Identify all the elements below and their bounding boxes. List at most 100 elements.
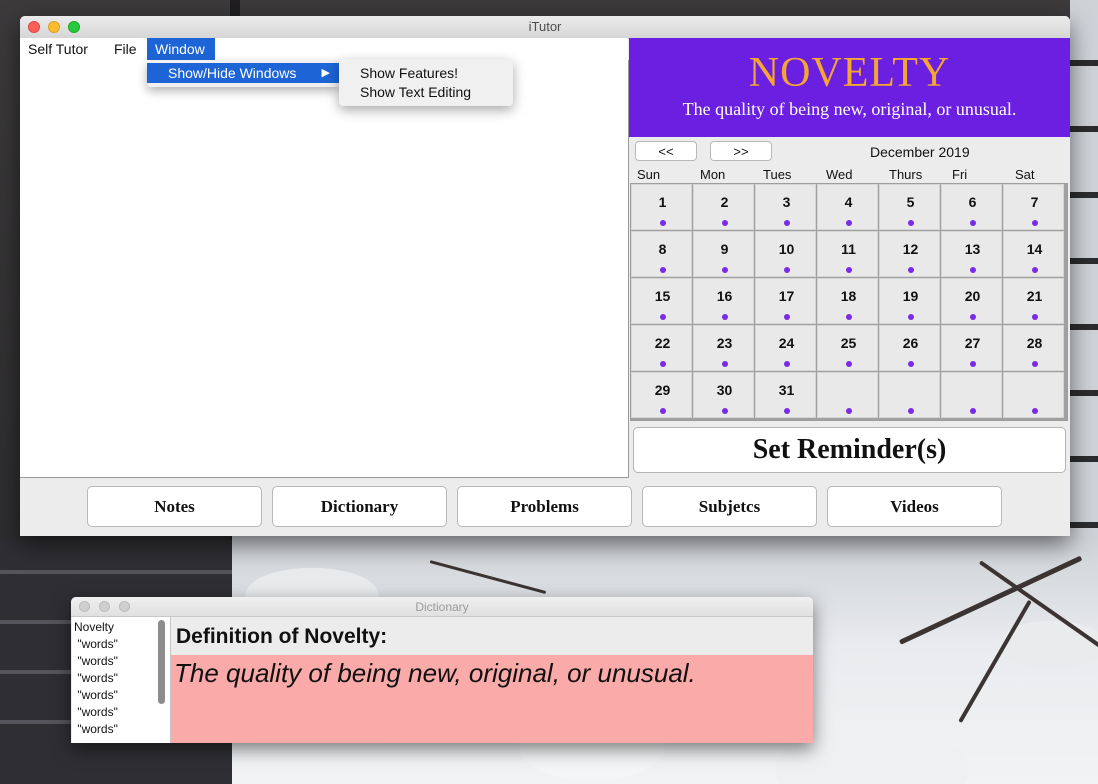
calendar-day-cell[interactable]: 20: [941, 278, 1002, 324]
reminder-dot-icon: [659, 408, 666, 414]
calendar-day-cell[interactable]: 1: [631, 184, 692, 230]
reminder-dot-icon: [659, 220, 666, 226]
calendar-day-cell[interactable]: 8: [631, 231, 692, 277]
menu-self-tutor[interactable]: Self Tutor: [20, 38, 96, 60]
day-number: 8: [658, 241, 667, 257]
calendar-day-cell[interactable]: 2: [693, 184, 754, 230]
reminder-dot-icon: [783, 220, 790, 226]
list-item[interactable]: "words": [74, 705, 118, 719]
calendar-day-cell[interactable]: 30: [693, 372, 754, 418]
list-item[interactable]: Novelty: [74, 620, 114, 634]
reminder-dot-icon: [783, 267, 790, 273]
reminder-dot-icon: [1031, 267, 1038, 273]
calendar-day-cell[interactable]: 18: [817, 278, 878, 324]
calendar-day-cell[interactable]: 29: [631, 372, 692, 418]
reminder-dot-icon: [969, 314, 976, 320]
calendar-day-cell[interactable]: 19: [879, 278, 940, 324]
list-item[interactable]: "words": [74, 654, 118, 668]
calendar-day-cell[interactable]: [817, 372, 878, 418]
calendar-day-cell[interactable]: 23: [693, 325, 754, 371]
calendar-day-cell[interactable]: 15: [631, 278, 692, 324]
calendar-day-cell[interactable]: 7: [1003, 184, 1064, 230]
day-number: 3: [782, 194, 791, 210]
videos-button[interactable]: Videos: [827, 486, 1002, 527]
calendar-day-cell[interactable]: 16: [693, 278, 754, 324]
day-number: 14: [1026, 241, 1043, 257]
day-of-week-label: Tues: [763, 167, 792, 182]
calendar-day-cell[interactable]: 25: [817, 325, 878, 371]
dictionary-window: Dictionary Novelty "words" "words" "word…: [71, 597, 813, 743]
workspace-pane[interactable]: [20, 60, 629, 478]
set-reminder-button[interactable]: Set Reminder(s): [633, 427, 1066, 473]
problems-button[interactable]: Problems: [457, 486, 632, 527]
reminder-dot-icon: [783, 408, 790, 414]
dictionary-button[interactable]: Dictionary: [272, 486, 447, 527]
next-month-button[interactable]: >>: [710, 141, 772, 161]
day-number: 7: [1030, 194, 1039, 210]
day-number: 26: [902, 335, 919, 351]
calendar-day-cell[interactable]: 3: [755, 184, 816, 230]
list-item[interactable]: "words": [74, 688, 118, 702]
calendar-grid: 1 2 3 4 5 6 7 8 9 10 11 12 13 14 15 16 17 18 19 20 21 22 23 24 2…: [630, 183, 1068, 421]
calendar-day-cell[interactable]: [1003, 372, 1064, 418]
day-of-week-label: Sun: [637, 167, 661, 182]
day-number: 10: [778, 241, 795, 257]
notes-button[interactable]: Notes: [87, 486, 262, 527]
calendar-day-cell[interactable]: 22: [631, 325, 692, 371]
calendar-day-cell[interactable]: 27: [941, 325, 1002, 371]
list-scrollbar[interactable]: [158, 620, 165, 704]
day-number: 2: [720, 194, 729, 210]
menu-file[interactable]: File: [106, 38, 145, 60]
list-item[interactable]: "words": [74, 637, 118, 651]
day-number: 5: [906, 194, 915, 210]
calendar-day-cell[interactable]: 10: [755, 231, 816, 277]
show-features-item[interactable]: Show Features!: [360, 64, 458, 83]
calendar-day-cell[interactable]: 31: [755, 372, 816, 418]
calendar-day-cell[interactable]: 11: [817, 231, 878, 277]
calendar-day-cell[interactable]: 6: [941, 184, 1002, 230]
reminder-dot-icon: [845, 361, 852, 367]
calendar-day-cell[interactable]: 12: [879, 231, 940, 277]
day-number: 18: [840, 288, 857, 304]
calendar-day-cell[interactable]: 21: [1003, 278, 1064, 324]
reminder-dot-icon: [1031, 314, 1038, 320]
list-item[interactable]: "words": [74, 671, 118, 685]
month-label: December 2019: [870, 144, 970, 160]
prev-month-button[interactable]: <<: [635, 141, 697, 161]
calendar-day-cell[interactable]: [879, 372, 940, 418]
reminder-dot-icon: [969, 408, 976, 414]
day-number: 9: [720, 241, 729, 257]
day-number: 23: [716, 335, 733, 351]
reminder-dot-icon: [907, 314, 914, 320]
day-of-week-label: Fri: [952, 167, 968, 182]
reminder-dot-icon: [969, 361, 976, 367]
show-text-editing-item[interactable]: Show Text Editing: [360, 83, 471, 102]
calendar-day-cell[interactable]: 4: [817, 184, 878, 230]
calendar-day-cell[interactable]: [941, 372, 1002, 418]
dictionary-titlebar[interactable]: Dictionary: [71, 597, 813, 617]
list-item[interactable]: "words": [74, 722, 118, 736]
word-list[interactable]: Novelty "words" "words" "words" "words" …: [72, 617, 171, 743]
calendar-day-cell[interactable]: 24: [755, 325, 816, 371]
reminder-dot-icon: [1031, 361, 1038, 367]
day-of-week-label: Sat: [1015, 167, 1035, 182]
menu-window[interactable]: Window: [147, 38, 215, 60]
day-number: 13: [964, 241, 981, 257]
subjects-button[interactable]: Subjetcs: [642, 486, 817, 527]
day-number: 6: [968, 194, 977, 210]
calendar-day-cell[interactable]: 5: [879, 184, 940, 230]
calendar-day-cell[interactable]: 14: [1003, 231, 1064, 277]
day-number: 19: [902, 288, 919, 304]
calendar-day-cell[interactable]: 26: [879, 325, 940, 371]
submenu-arrow-icon: ▶: [321, 67, 330, 79]
window-titlebar[interactable]: iTutor: [20, 16, 1070, 39]
definition-text: The quality of being new, original, or u…: [174, 658, 696, 688]
window-title: iTutor: [528, 19, 562, 34]
calendar-day-cell[interactable]: 17: [755, 278, 816, 324]
show-hide-windows-item[interactable]: Show/Hide Windows ▶: [147, 63, 340, 83]
day-of-week-label: Thurs: [889, 167, 923, 182]
calendar-day-cell[interactable]: 28: [1003, 325, 1064, 371]
calendar-day-cell[interactable]: 9: [693, 231, 754, 277]
calendar-day-cell[interactable]: 13: [941, 231, 1002, 277]
word-of-day-banner: NOVELTY The quality of being new, origin…: [629, 38, 1070, 137]
